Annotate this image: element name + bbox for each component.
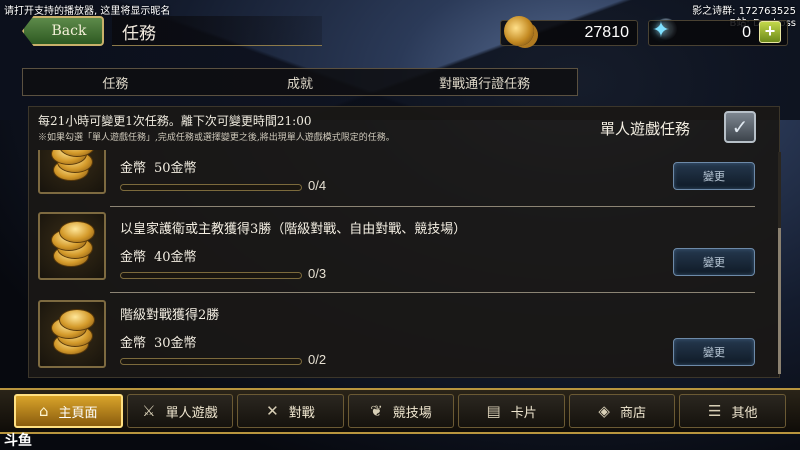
mission-progress-text: 0/4: [308, 178, 327, 193]
mission-reward: 金幣 50金幣: [120, 157, 197, 176]
change-mission-button[interactable]: 變更: [673, 338, 755, 366]
nav-label: 卡片: [510, 405, 537, 421]
reward-type: 金幣: [120, 250, 147, 265]
mission-progress-bar: [120, 184, 302, 191]
reward-amount: 30金幣: [154, 336, 197, 351]
home-icon: ⌂: [39, 402, 49, 420]
nav-battle-button[interactable]: ✕ 對戰: [237, 394, 344, 428]
list-item: 階級對戰獲得2勝 金幣 30金幣 0/2 變更: [28, 298, 768, 378]
scrollbar-thumb[interactable]: [778, 228, 781, 374]
mission-progress-text: 0/3: [308, 266, 327, 281]
checkmark-icon: ✓: [731, 115, 749, 139]
change-mission-button[interactable]: 變更: [673, 248, 755, 276]
mission-tabs: 任務 成就 對戰通行證任務: [22, 68, 578, 96]
change-mission-button[interactable]: 變更: [673, 162, 755, 190]
gold-coin-icon: [504, 16, 534, 46]
laurel-icon: ❦: [370, 402, 383, 420]
swords-icon: ⚔: [142, 402, 156, 420]
page-title: 任務: [112, 16, 322, 46]
nav-label: 競技場: [392, 405, 432, 421]
gold-coins-icon: [38, 150, 106, 194]
back-button[interactable]: Back: [22, 16, 104, 46]
nav-single-player-button[interactable]: ⚔ 單人遊戲: [126, 394, 234, 428]
nav-label: 其他: [731, 405, 758, 421]
reward-amount: 50金幣: [154, 161, 197, 176]
change-timer-notice: 每21小時可變更1次任務。離下次可變更時間21:00: [38, 114, 312, 128]
crystal-icon: ✦: [651, 17, 671, 43]
solo-mission-note: ※如果勾選「單人遊戲任務」,完成任務或選擇變更之後,將出現單人遊戲模式限定的任務…: [38, 133, 395, 143]
divider: [110, 206, 755, 207]
tab-achievements[interactable]: 成就: [208, 69, 393, 95]
mission-reward: 金幣 30金幣: [120, 332, 197, 351]
nav-other-button[interactable]: ☰ 其他: [679, 394, 787, 428]
mission-progress-bar: [120, 272, 302, 279]
nav-label: 商店: [619, 405, 646, 421]
mission-list[interactable]: 金幣 50金幣 0/4 變更 以皇家護衛或主教獲得3勝（階級對戰、自由對戰、競技場…: [28, 150, 768, 378]
divider: [110, 292, 755, 293]
mission-name: 以皇家護衛或主教獲得3勝（階級對戰、自由對戰、競技場）: [120, 222, 467, 237]
cards-icon: ▤: [486, 402, 501, 420]
solo-mission-checkbox[interactable]: ✓: [724, 111, 756, 143]
nav-label: 對戰: [288, 405, 315, 421]
mission-progress-bar: [120, 358, 302, 365]
tab-missions[interactable]: 任務: [23, 69, 208, 95]
bottom-nav: ⌂ 主頁面 ⚔ 單人遊戲 ✕ 對戰 ❦ 競技場 ▤ 卡片 ◈ 商店 ☰ 其他: [0, 388, 800, 434]
crossed-swords-icon: ✕: [266, 402, 279, 420]
mission-reward: 金幣 40金幣: [120, 246, 197, 265]
nav-label: 主頁面: [58, 405, 98, 421]
nav-cards-button[interactable]: ▤ 卡片: [458, 394, 565, 428]
nav-label: 單人遊戲: [165, 405, 218, 421]
tab-battle-pass-missions[interactable]: 對戰通行證任務: [392, 69, 577, 95]
mission-progress-text: 0/2: [308, 352, 327, 367]
nav-home-button[interactable]: ⌂ 主頁面: [14, 394, 123, 428]
douyu-watermark: 斗鱼: [4, 432, 32, 448]
shop-icon: ◈: [598, 402, 610, 420]
reward-type: 金幣: [120, 336, 147, 351]
add-crystals-button[interactable]: +: [759, 21, 781, 43]
list-item: 金幣 50金幣 0/4 變更: [28, 150, 768, 212]
nav-shop-button[interactable]: ◈ 商店: [568, 394, 676, 428]
gold-coins-icon: [38, 300, 106, 368]
other-icon: ☰: [708, 402, 722, 420]
list-item: 以皇家護衛或主教獲得3勝（階級對戰、自由對戰、競技場） 金幣 40金幣 0/3 變…: [28, 212, 768, 312]
solo-mission-label: 單人遊戲任務: [600, 120, 691, 138]
stream-overlay-text: 请打开支持的播放器, 这里将显示昵名: [4, 6, 171, 17]
gold-coins-icon: [38, 212, 106, 280]
reward-type: 金幣: [120, 161, 147, 176]
mission-name: 階級對戰獲得2勝: [120, 308, 220, 323]
reward-amount: 40金幣: [154, 250, 197, 265]
nav-arena-button[interactable]: ❦ 競技場: [347, 394, 455, 428]
